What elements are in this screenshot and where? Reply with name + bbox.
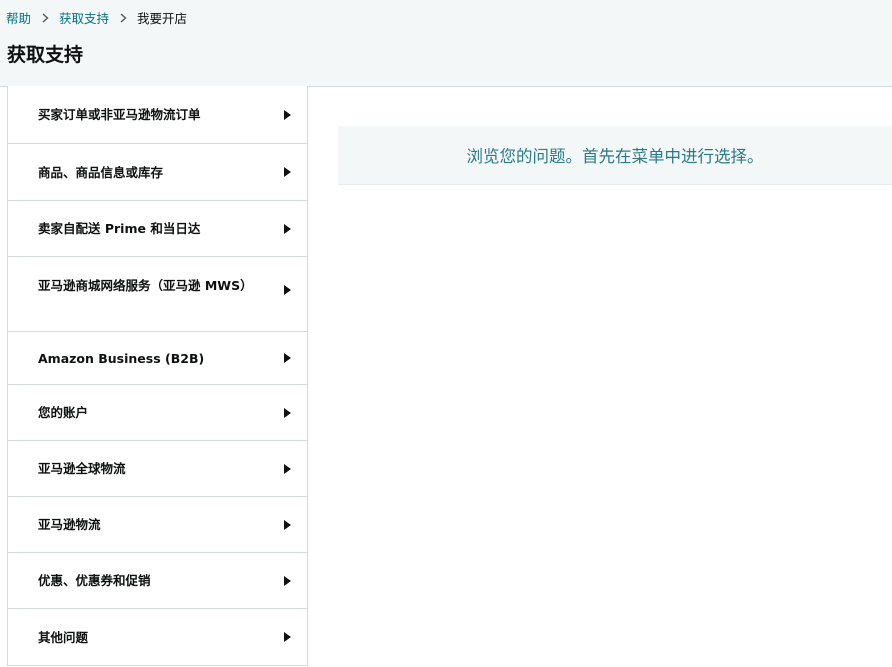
caret-right-icon — [284, 463, 291, 474]
menu-item-label: 亚马逊物流 — [38, 517, 101, 532]
menu-item-label: 买家订单或非亚马逊物流订单 — [38, 107, 201, 122]
page-title: 获取支持 — [7, 44, 84, 66]
caret-right-icon — [284, 223, 291, 234]
menu-item-label: 卖家自配送 Prime 和当日达 — [38, 221, 201, 236]
chevron-right-icon — [31, 10, 59, 25]
caret-right-icon — [284, 632, 291, 642]
chevron-right-icon — [109, 10, 137, 25]
menu-item-label: 您的账户 — [38, 405, 89, 420]
menu-item-mws[interactable]: 亚马逊商城网络服务（亚马逊 MWS） — [8, 256, 307, 331]
menu-item-other[interactable]: 其他问题 — [8, 608, 307, 665]
support-topic-menu: 买家订单或非亚马逊物流订单 商品、商品信息或库存 卖家自配送 Prime 和当日… — [7, 86, 308, 666]
caret-right-icon — [284, 285, 291, 295]
page-header: 帮助 获取支持 我要开店 获取支持 — [0, 0, 892, 87]
caret-right-icon — [284, 167, 291, 177]
menu-item-fba[interactable]: 亚马逊物流 — [8, 496, 307, 552]
menu-item-deals-coupons[interactable]: 优惠、优惠券和促销 — [8, 552, 307, 608]
menu-item-label: 亚马逊商城网络服务（亚马逊 MWS） — [38, 278, 253, 293]
caret-right-icon — [284, 519, 291, 530]
menu-item-label: 优惠、优惠券和促销 — [38, 573, 151, 588]
menu-item-label: Amazon Business (B2B) — [38, 350, 205, 366]
menu-item-label: 亚马逊全球物流 — [38, 461, 126, 476]
breadcrumb-link-help[interactable]: 帮助 — [6, 8, 31, 27]
info-message: 浏览您的问题。首先在菜单中进行选择。 — [466, 147, 764, 166]
menu-item-global-logistics[interactable]: 亚马逊全球物流 — [8, 440, 307, 496]
menu-item-seller-fulfilled-prime[interactable]: 卖家自配送 Prime 和当日达 — [8, 200, 307, 256]
menu-item-amazon-business[interactable]: Amazon Business (B2B) — [8, 331, 307, 384]
menu-item-label: 其他问题 — [38, 629, 89, 645]
menu-item-label: 商品、商品信息或库存 — [38, 164, 164, 180]
breadcrumb: 帮助 获取支持 我要开店 — [6, 8, 187, 26]
breadcrumb-current: 我要开店 — [137, 10, 188, 26]
caret-right-icon — [284, 575, 291, 586]
caret-right-icon — [284, 407, 291, 418]
menu-item-your-account[interactable]: 您的账户 — [8, 384, 307, 440]
caret-right-icon — [284, 353, 291, 363]
breadcrumb-link-get-support[interactable]: 获取支持 — [59, 8, 109, 27]
info-panel: 浏览您的问题。首先在菜单中进行选择。 — [338, 126, 892, 185]
menu-item-listings-inventory[interactable]: 商品、商品信息或库存 — [8, 143, 307, 200]
caret-right-icon — [284, 109, 291, 120]
menu-item-buyer-orders[interactable]: 买家订单或非亚马逊物流订单 — [8, 86, 307, 143]
